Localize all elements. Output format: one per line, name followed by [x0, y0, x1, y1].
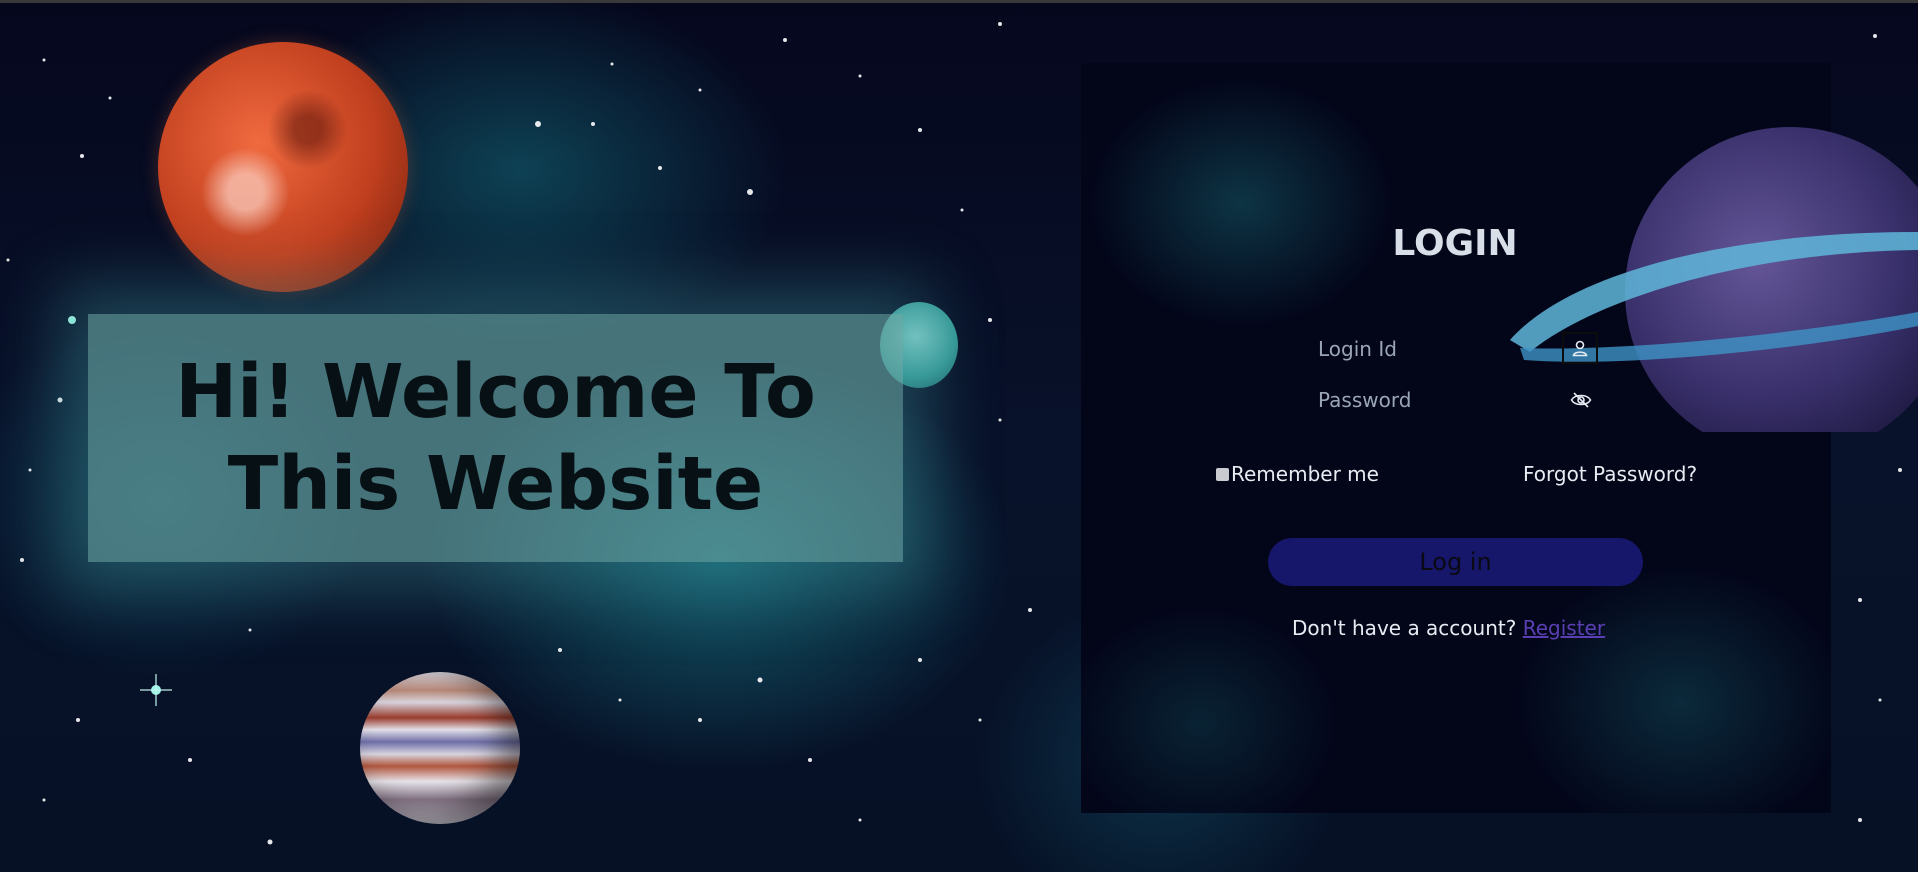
welcome-title: Hi! Welcome To This Website	[175, 349, 816, 527]
register-prompt: Don't have a account? Register	[1292, 616, 1632, 640]
register-link[interactable]: Register	[1523, 616, 1605, 640]
striped-planet-image	[360, 672, 520, 824]
red-planet-image	[158, 42, 408, 292]
password-input[interactable]	[1308, 383, 1548, 417]
remember-me-checkbox[interactable]	[1216, 467, 1229, 481]
remember-me-label: Remember me	[1231, 462, 1379, 486]
login-title: LOGIN	[1392, 223, 1518, 264]
login-id-field	[1308, 332, 1598, 366]
remember-me[interactable]: Remember me	[1216, 462, 1379, 486]
register-prompt-text: Don't have a account?	[1292, 616, 1517, 640]
login-id-input[interactable]	[1308, 332, 1548, 366]
forgot-password-link[interactable]: Forgot Password?	[1523, 462, 1697, 486]
password-field	[1308, 383, 1598, 417]
welcome-banner: Hi! Welcome To This Website	[88, 314, 903, 562]
user-icon	[1562, 332, 1598, 364]
eye-slash-icon[interactable]	[1564, 383, 1598, 417]
login-button[interactable]: Log in	[1268, 538, 1643, 586]
